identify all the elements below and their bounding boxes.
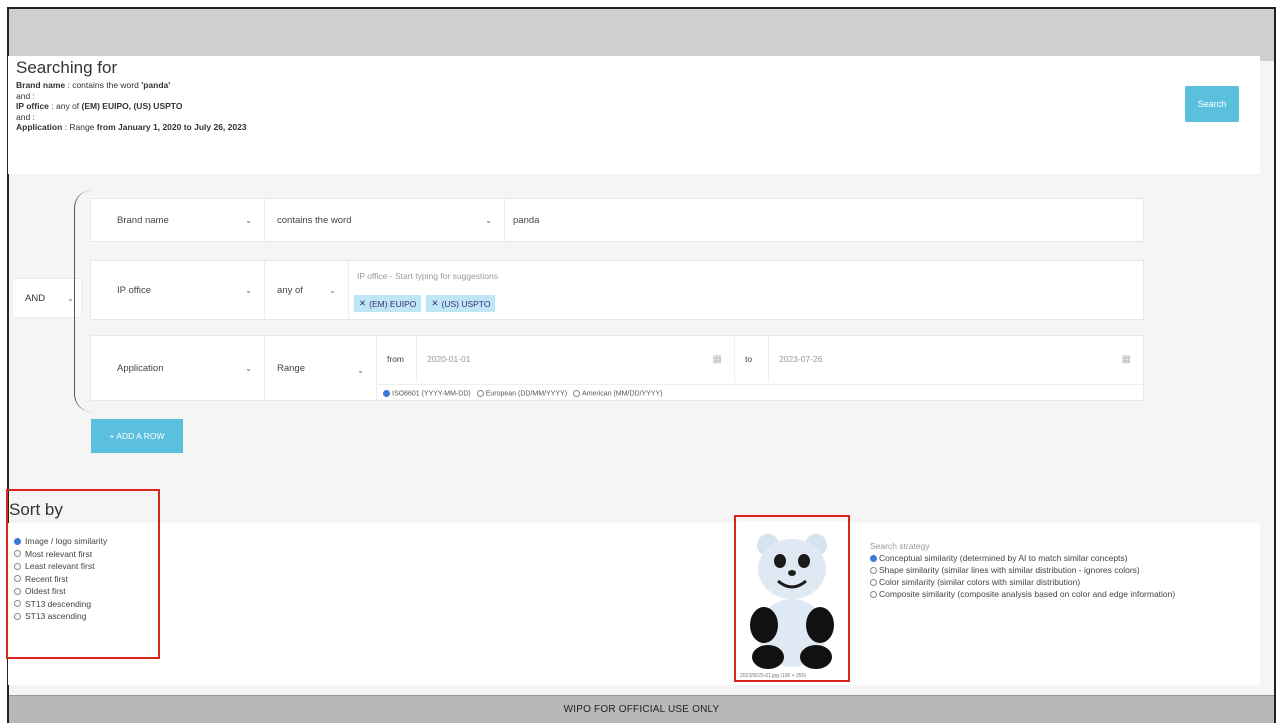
to-label: to — [735, 336, 769, 382]
to-date-value: 2023-07-26 — [779, 354, 823, 364]
summary-brand-text: : contains the word — [65, 80, 142, 90]
radio-icon[interactable] — [870, 567, 877, 575]
chip-label: (EM) EUIPO — [369, 298, 417, 309]
condition-value: contains the word — [277, 214, 352, 226]
highlight-box-sort — [6, 489, 160, 659]
operator-value: AND — [25, 292, 46, 304]
condition-select-application[interactable]: Range ⌄ — [265, 336, 377, 400]
office-tag-input[interactable]: IP office - Start typing for suggestions… — [349, 261, 1143, 319]
add-row-button[interactable]: + ADD A ROW — [91, 419, 183, 453]
chevron-down-icon: ⌄ — [245, 285, 252, 295]
chevron-down-icon: ⌄ — [329, 285, 336, 295]
search-summary: Searching for Brand name : contains the … — [8, 56, 1260, 174]
radio-selected-icon[interactable] — [383, 389, 390, 397]
office-chips: ✕ (EM) EUIPO ✕ (US) USPTO — [354, 295, 500, 312]
strategy-option-label: Shape similarity (similar lines with sim… — [879, 565, 1140, 575]
criteria-row-application: Application ⌄ Range ⌄ from 2020-01-01 ▦ … — [90, 335, 1145, 402]
summary-office-value: (EM) EUIPO, (US) USPTO — [81, 101, 183, 111]
calendar-icon[interactable]: ▦ — [1122, 354, 1131, 365]
field-value: Brand name — [117, 214, 169, 226]
format-label: European (DD/MM/YYYY) — [485, 390, 568, 398]
office-chip[interactable]: ✕ (US) USPTO — [426, 295, 496, 312]
chevron-down-icon: ⌄ — [245, 215, 252, 225]
criteria-row-office: IP office ⌄ any of ⌄ IP office - Start t… — [90, 260, 1144, 320]
summary-title: Searching for — [16, 58, 118, 77]
from-date-input[interactable]: 2020-01-01 ▦ — [417, 336, 735, 382]
strategy-option[interactable]: Composite similarity (composite analysis… — [870, 588, 1175, 600]
chevron-down-icon: ⌄ — [67, 293, 74, 303]
strategy-option[interactable]: Color similarity (similar colors with si… — [870, 576, 1175, 588]
highlight-box-image — [734, 515, 850, 682]
criteria-row-brand: Brand name ⌄ contains the word ⌄ panda — [90, 198, 1144, 242]
condition-select-brand[interactable]: contains the word ⌄ — [265, 199, 505, 241]
strategy-option-label: Color similarity (similar colors with si… — [879, 577, 1081, 587]
strategy-option-label: Conceptual similarity (determined by AI … — [879, 553, 1128, 563]
brand-name-input[interactable]: panda — [505, 199, 1143, 241]
chip-label: (US) USPTO — [441, 298, 491, 309]
remove-icon[interactable]: ✕ — [359, 298, 366, 309]
chevron-down-icon: ⌄ — [485, 215, 492, 225]
calendar-icon[interactable]: ▦ — [713, 354, 722, 365]
to-date-input[interactable]: 2023-07-26 ▦ — [769, 336, 1145, 382]
field-select-brand[interactable]: Brand name ⌄ — [91, 199, 265, 241]
strategy-option[interactable]: Shape similarity (similar lines with sim… — [870, 564, 1175, 576]
condition-value: Range — [277, 362, 305, 374]
query-builder: AND ⌄ Brand name ⌄ contains the word ⌄ p… — [8, 178, 1260, 482]
office-placeholder: IP office - Start typing for suggestions — [357, 271, 498, 281]
radio-icon[interactable] — [870, 591, 877, 599]
footer-text: WIPO FOR OFFICIAL USE ONLY — [563, 704, 720, 715]
summary-brand-value: 'panda' — [141, 80, 171, 90]
footer-banner: WIPO FOR OFFICIAL USE ONLY — [9, 695, 1274, 723]
summary-and-1: and : — [16, 90, 35, 101]
chevron-down-icon: ⌄ — [245, 363, 252, 373]
operator-select[interactable]: AND ⌄ — [12, 278, 82, 318]
chevron-down-icon: ⌄ — [357, 366, 364, 375]
field-select-office[interactable]: IP office ⌄ — [91, 261, 265, 319]
office-chip[interactable]: ✕ (EM) EUIPO — [354, 295, 422, 312]
condition-value: any of — [277, 284, 303, 296]
summary-application-value: from January 1, 2020 to July 26, 2023 — [96, 122, 247, 132]
summary-brand-label: Brand name — [16, 80, 66, 90]
summary-office-label: IP office — [16, 101, 49, 111]
brand-name-value: panda — [513, 214, 540, 226]
radio-icon[interactable] — [476, 389, 484, 397]
search-button[interactable]: Search — [1185, 86, 1239, 122]
strategy-option[interactable]: Conceptual similarity (determined by AI … — [870, 552, 1175, 564]
field-select-application[interactable]: Application ⌄ — [91, 336, 265, 400]
summary-application-text: : Range — [62, 122, 97, 132]
from-label: from — [377, 336, 417, 382]
summary-and-2: and : — [16, 111, 35, 122]
condition-select-office[interactable]: any of ⌄ — [265, 261, 349, 319]
summary-lines: Brand name : contains the word 'panda' a… — [16, 80, 247, 133]
format-label: American (MM/DD/YYYY) — [582, 390, 663, 398]
format-option-iso[interactable]: ISO8601 (YYYY-MM-DD) — [383, 389, 471, 398]
summary-application-label: Application — [16, 122, 63, 132]
format-option-european[interactable]: European (DD/MM/YYYY) — [476, 389, 568, 398]
from-date-value: 2020-01-01 — [427, 354, 471, 364]
remove-icon[interactable]: ✕ — [431, 298, 438, 309]
summary-office-text: : any of — [48, 101, 82, 111]
strategy-title: Search strategy — [870, 541, 930, 551]
field-value: Application — [117, 362, 164, 374]
radio-icon[interactable] — [870, 579, 877, 587]
top-bar — [9, 9, 1274, 61]
search-strategy: Search strategy Conceptual similarity (d… — [870, 540, 1175, 600]
strategy-option-label: Composite similarity (composite analysis… — [879, 589, 1176, 599]
radio-selected-icon[interactable] — [870, 555, 877, 563]
format-option-american[interactable]: American (MM/DD/YYYY) — [573, 389, 663, 398]
format-label: ISO8601 (YYYY-MM-DD) — [392, 390, 471, 398]
radio-icon[interactable] — [573, 389, 581, 397]
field-value: IP office — [117, 284, 151, 296]
date-format-options: ISO8601 (YYYY-MM-DD) European (DD/MM/YYY… — [377, 384, 1145, 402]
